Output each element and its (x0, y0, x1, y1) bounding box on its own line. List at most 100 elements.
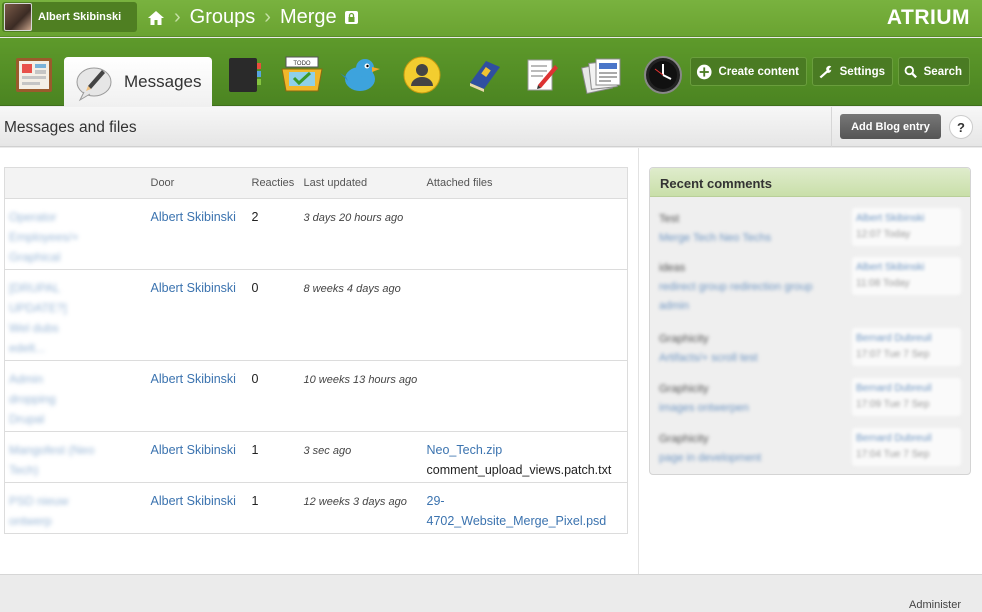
breadcrumb-merge[interactable]: Merge (280, 6, 337, 29)
comment-count: 0 (251, 372, 259, 386)
home-icon[interactable] (147, 9, 165, 27)
write-icon[interactable] (520, 53, 564, 97)
column-header-attached-files: Attached files (426, 167, 628, 199)
table-row: PSD nieuw ontwerp Albert Skibinski 1 12 … (4, 482, 628, 534)
recent-comment-item[interactable]: Graphicity Artifacts/+ scroll test Berna… (650, 328, 970, 372)
search-label: Search (923, 65, 962, 78)
avatar (4, 3, 32, 31)
comment-node-link[interactable]: Merge Tech Neo Techs (659, 229, 839, 248)
comment-node-link[interactable]: images ontwerpen (659, 399, 839, 418)
attached-file-link[interactable]: 4702_Website_Merge_Pixel.psd (427, 511, 628, 531)
notebook-icon[interactable] (222, 53, 266, 97)
twitter-bird-icon[interactable] (339, 53, 383, 97)
message-title-link[interactable]: [DRUPAL UPDATE?] Wel dubs edelt... (4, 269, 151, 361)
comment-node-link[interactable]: admin (659, 297, 839, 316)
book-icon[interactable] (462, 53, 506, 97)
app-icon-bar: Messages TODO Create content Settings Se… (0, 38, 982, 107)
attached-file-link[interactable]: Neo_Tech.zip (427, 440, 628, 460)
column-header-door[interactable]: Door (150, 167, 252, 199)
comment-date: 12:07 Today (856, 229, 911, 240)
comment-date: 17:07 Tue 7 Sep (856, 349, 930, 360)
footer: Administer (0, 574, 982, 612)
comment-node-link[interactable]: redirect group redirection group (659, 278, 839, 297)
comment-meta: Bernard Dubreuil 17:09 Tue 7 Sep (852, 378, 961, 416)
messages-table: Door Reacties Last updated Attached file… (4, 167, 628, 534)
comment-author[interactable]: Albert Skibinski (856, 260, 957, 276)
author-link[interactable]: Albert Skibinski (151, 443, 236, 457)
breadcrumb-separator-icon: › (174, 6, 181, 28)
settings-button[interactable]: Settings (812, 57, 893, 86)
profile-icon[interactable] (400, 53, 444, 97)
comment-date: 17:04 Tue 7 Sep (856, 449, 930, 460)
comment-node-link[interactable]: Artifacts/+ scroll test (659, 349, 839, 368)
documents-icon[interactable] (580, 53, 624, 97)
table-row: Admin dropping Drupal Albert Skibinski 0… (4, 360, 628, 432)
search-icon (904, 65, 917, 78)
comment-meta: Bernard Dubreuil 17:04 Tue 7 Sep (852, 428, 961, 466)
divider (831, 107, 832, 147)
breadcrumb-groups[interactable]: Groups (190, 6, 256, 29)
author-link[interactable]: Albert Skibinski (151, 372, 236, 386)
message-title-line: Operator (9, 210, 57, 224)
user-menu[interactable]: Albert Skibinski (2, 2, 137, 32)
message-title-line: dropping (9, 392, 56, 406)
table-row: Operator Employees/+ Graphical Albert Sk… (4, 198, 628, 270)
plus-circle-icon (696, 64, 712, 79)
message-title-link[interactable]: PSD nieuw ontwerp (4, 482, 151, 534)
clock-icon[interactable] (641, 53, 685, 97)
recent-comment-item[interactable]: Test Merge Tech Neo Techs Albert Skibins… (650, 208, 970, 252)
todo-icon[interactable]: TODO (280, 53, 324, 97)
administer-link[interactable]: Administer (909, 599, 961, 611)
column-header-last-updated[interactable]: Last updated (303, 167, 427, 199)
message-title-line: Wel dubs (9, 321, 59, 335)
comment-count: 1 (251, 443, 259, 457)
add-blog-entry-button[interactable]: Add Blog entry (840, 114, 941, 139)
message-title-line: Drupal (9, 412, 45, 426)
recent-comment-item[interactable]: Graphicity page in development Bernard D… (650, 428, 970, 472)
author-link[interactable]: Albert Skibinski (151, 210, 236, 224)
message-title-link[interactable]: Admin dropping Drupal (4, 360, 151, 432)
comment-author[interactable]: Bernard Dubreuil (856, 431, 957, 447)
table-row: [DRUPAL UPDATE?] Wel dubs edelt... Alber… (4, 269, 628, 361)
comment-text: Graphicity Artifacts/+ scroll test (659, 330, 839, 368)
comment-text: Test Merge Tech Neo Techs (659, 210, 839, 248)
column-header-reacties[interactable]: Reacties (251, 167, 304, 199)
comment-author[interactable]: Bernard Dubreuil (856, 331, 957, 347)
comment-excerpt: Graphicity (659, 383, 709, 395)
comment-text: ideas redirect group redirection group a… (659, 259, 839, 316)
author-link[interactable]: Albert Skibinski (151, 281, 236, 295)
comment-author[interactable]: Albert Skibinski (856, 211, 957, 227)
message-title-line: edelt... (9, 341, 46, 355)
comment-text: Graphicity images ontwerpen (659, 380, 839, 418)
dashboard-icon[interactable] (12, 53, 56, 97)
help-button[interactable]: ? (949, 115, 973, 139)
comment-node-link[interactable]: page in development (659, 449, 839, 468)
message-title-link[interactable]: Operator Employees/+ Graphical (4, 198, 151, 270)
message-title-line: Tech) (9, 463, 39, 477)
attached-file-link[interactable]: 29- (427, 491, 628, 511)
message-title-line: [DRUPAL (9, 281, 61, 295)
recent-comment-item[interactable]: ideas redirect group redirection group a… (650, 257, 970, 313)
last-updated: 12 weeks 3 days ago (303, 496, 407, 508)
breadcrumb-separator-icon: › (264, 6, 271, 28)
atrium-logo[interactable]: ATRIUM (887, 6, 970, 30)
last-updated: 3 days 20 hours ago (303, 212, 404, 224)
last-updated: 10 weeks 13 hours ago (303, 374, 418, 386)
svg-text:TODO: TODO (293, 61, 311, 67)
comment-date: 11:08 Today (856, 278, 910, 289)
attached-files (426, 198, 628, 270)
recent-comments-title: Recent comments (650, 168, 970, 197)
search-button[interactable]: Search (898, 57, 970, 86)
recent-comment-item[interactable]: Graphicity images ontwerpen Bernard Dubr… (650, 378, 970, 422)
message-title-line: Employees/+ (9, 230, 79, 244)
tab-messages-label: Messages (124, 72, 202, 91)
comment-count: 0 (251, 281, 259, 295)
comment-author[interactable]: Bernard Dubreuil (856, 381, 957, 397)
create-content-button[interactable]: Create content (690, 57, 807, 86)
author-link[interactable]: Albert Skibinski (151, 494, 236, 508)
message-title-line: ontwerp (9, 514, 52, 528)
comment-excerpt: Graphicity (659, 433, 709, 445)
comment-count: 1 (251, 494, 259, 508)
message-title-link[interactable]: Mangofest (Neo Tech) (4, 431, 151, 483)
tab-messages[interactable]: Messages (64, 57, 212, 107)
